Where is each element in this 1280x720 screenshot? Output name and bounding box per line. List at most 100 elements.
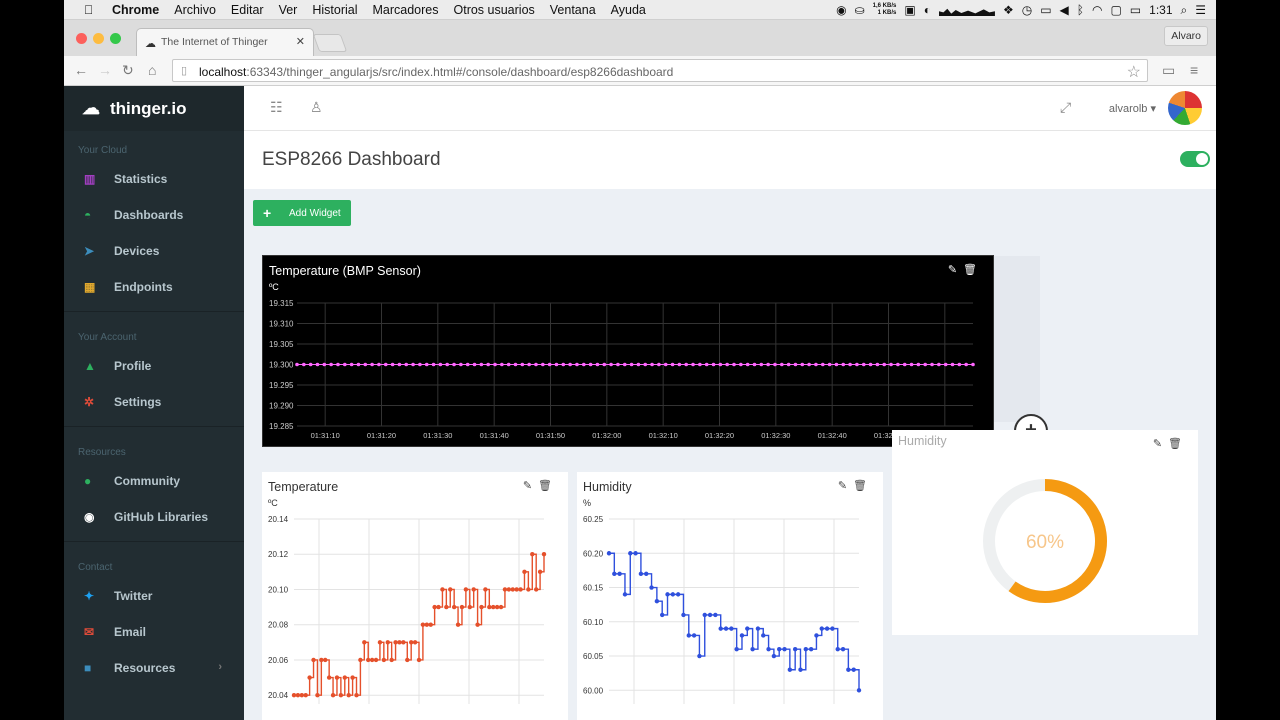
menu-item[interactable]: Ver xyxy=(279,3,298,17)
data-point xyxy=(943,362,948,367)
data-point xyxy=(950,362,955,367)
activity-graph xyxy=(938,8,995,16)
add-widget-button[interactable]: + Add Widget xyxy=(253,200,351,226)
profile-button[interactable]: Alvaro xyxy=(1164,26,1208,46)
data-point xyxy=(644,571,649,577)
volume-icon[interactable]: ◀ xyxy=(1060,3,1069,17)
macos-menubar:  Chrome Archivo Editar Ver Historial Ma… xyxy=(64,0,1216,20)
rocket-icon: ➤ xyxy=(84,244,95,258)
data-point xyxy=(397,362,402,367)
address-bar[interactable]: ▯ localhost:63343/thinger_angularjs/src/… xyxy=(172,59,1148,82)
back-icon[interactable]: ← xyxy=(74,62,88,78)
menu-item[interactable]: Ventana xyxy=(550,3,596,17)
data-point xyxy=(428,622,433,627)
clock-icon[interactable]: ◷ xyxy=(1022,3,1032,17)
sidebar-item-resources[interactable]: ■ Resources › xyxy=(64,650,244,686)
comments-icon: ● xyxy=(84,474,92,488)
display-icon[interactable]: ▣ xyxy=(904,3,915,17)
menu-item[interactable]: Otros usuarios xyxy=(454,3,535,17)
data-point xyxy=(957,362,962,367)
list-icon[interactable]: ☰ xyxy=(1195,3,1206,17)
zoom-window-icon[interactable] xyxy=(110,33,121,44)
forward-icon[interactable]: → xyxy=(98,62,112,78)
data-point xyxy=(707,612,713,618)
user-outline-icon[interactable]: ♙ xyxy=(310,99,323,116)
avatar[interactable] xyxy=(1168,91,1202,125)
sidebar-item-email[interactable]: ✉ Email xyxy=(64,614,244,650)
data-point xyxy=(401,640,406,645)
x-tick-label: 01:31:30 xyxy=(423,431,452,440)
apple-icon[interactable]:  xyxy=(84,3,100,17)
data-point xyxy=(808,646,814,652)
data-point xyxy=(777,646,782,652)
data-point xyxy=(930,362,934,367)
browser-tab[interactable]: ☁ The Internet of Thinger ✕ xyxy=(136,28,314,56)
data-point xyxy=(745,362,750,367)
y-tick-label: 60.25 xyxy=(583,515,604,524)
x-tick-label: 01:32:30 xyxy=(761,431,790,440)
widget-bmp-temperature[interactable]: Temperature (BMP Sensor) ºC ✎🗑 19.315 19.… xyxy=(262,255,994,447)
sidebar-section-title: Your Cloud xyxy=(78,145,128,156)
data-point xyxy=(830,626,835,631)
cast-icon[interactable]: ▭ xyxy=(1162,62,1175,79)
spotlight-icon[interactable]: ⌕ xyxy=(1181,3,1188,18)
fullscreen-icon[interactable]: ⤢ xyxy=(1060,99,1071,116)
home-icon[interactable]: ⌂ xyxy=(148,62,156,78)
menu-item[interactable]: Ayuda xyxy=(611,3,646,17)
menu-item[interactable]: Editar xyxy=(231,3,264,17)
brand-name: thinger.io xyxy=(110,98,187,118)
menu-item[interactable]: Archivo xyxy=(174,3,216,17)
y-tick-label: 19.300 xyxy=(269,361,294,370)
sidebar-item-dashboards[interactable]: ◓ Dashboards xyxy=(64,197,244,233)
dashboard-edit-toggle[interactable] xyxy=(1180,151,1210,167)
bar-chart-icon: ▥ xyxy=(84,172,96,186)
bookmark-star-icon[interactable]: ☆ xyxy=(1127,62,1141,82)
data-point xyxy=(697,653,702,659)
minimize-window-icon[interactable] xyxy=(93,33,104,44)
sidebar-item-community[interactable]: ● Community xyxy=(64,463,244,499)
disk-icon[interactable]: ⛀ xyxy=(855,3,865,17)
menu-item[interactable]: Marcadores xyxy=(373,3,439,17)
widget-humidity[interactable]: Humidity % ✎🗑 60.25 60.20 60.15 60.10 60.05 6… xyxy=(577,472,883,720)
widget-temperature[interactable]: Temperature ºC ✎🗑 20.14 20.12 20.10 20.08 20… xyxy=(262,472,568,720)
data-point xyxy=(554,362,559,367)
sidebar-item-statistics[interactable]: ▥ Statistics xyxy=(64,161,244,197)
data-point xyxy=(349,362,354,367)
dropbox-icon[interactable]: ❖ xyxy=(1003,3,1014,17)
menu-app[interactable]: Chrome xyxy=(112,3,159,17)
user-menu[interactable]: alvarolb ▾ xyxy=(1109,102,1156,115)
sidebar-item-twitter[interactable]: ✦ Twitter xyxy=(64,578,244,614)
keyboard-icon[interactable]: ▭ xyxy=(1040,3,1051,17)
widget-humidity-gauge[interactable]: Humidity ✎🗑 60% xyxy=(892,430,1198,635)
sidebar-item-github-libraries[interactable]: ◉ GitHub Libraries xyxy=(64,499,244,535)
contrast-icon[interactable]: ◐ xyxy=(924,3,931,17)
data-point xyxy=(909,362,914,367)
data-point xyxy=(663,362,668,367)
sidebar-item-profile[interactable]: ▲ Profile xyxy=(64,348,244,384)
record-icon[interactable]: ◉ xyxy=(836,3,846,17)
wifi-icon[interactable]: ◠ xyxy=(1092,3,1102,17)
reload-icon[interactable]: ↻ xyxy=(122,62,134,79)
data-point xyxy=(366,657,371,663)
menu-item[interactable]: Historial xyxy=(312,3,357,17)
data-point xyxy=(649,585,654,590)
data-point xyxy=(581,362,586,367)
data-point xyxy=(622,362,627,367)
sidebar-item-settings[interactable]: ✲ Settings xyxy=(64,384,244,420)
sidebar-item-devices[interactable]: ➤ Devices xyxy=(64,233,244,269)
new-tab-button[interactable] xyxy=(312,34,348,52)
close-tab-icon[interactable]: ✕ xyxy=(296,35,305,48)
sidebar-toggle-icon[interactable]: ☷ xyxy=(270,99,283,116)
bluetooth-icon[interactable]: ᛒ xyxy=(1077,3,1084,17)
screen-icon[interactable]: ▢ xyxy=(1110,3,1121,17)
chrome-menu-icon[interactable]: ≡ xyxy=(1190,62,1198,78)
data-point xyxy=(588,362,593,367)
battery-icon[interactable]: ▭ xyxy=(1130,3,1141,17)
data-point xyxy=(350,675,355,680)
brand[interactable]: ☁ thinger.io xyxy=(64,86,244,131)
sidebar-item-endpoints[interactable]: ▦ Endpoints xyxy=(64,269,244,305)
close-window-icon[interactable] xyxy=(76,33,87,44)
data-point xyxy=(408,640,414,645)
data-point xyxy=(342,675,347,680)
menubar-clock[interactable]: 1:31 xyxy=(1149,3,1172,17)
